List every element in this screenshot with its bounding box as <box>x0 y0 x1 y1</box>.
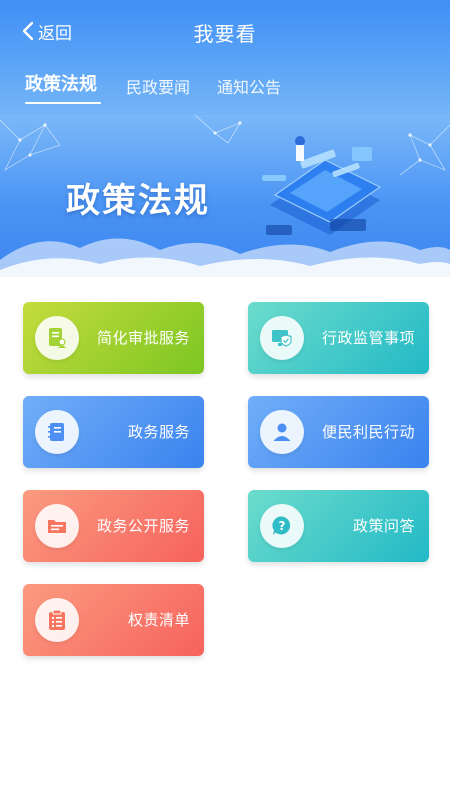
notebook-icon <box>35 410 79 454</box>
card-simplified-approval[interactable]: 简化审批服务 <box>23 302 204 374</box>
tab-bar: 政策法规 民政要闻 通知公告 <box>0 70 450 110</box>
svg-text:?: ? <box>279 519 286 533</box>
header: 返回 我要看 政策法规 民政要闻 通知公告 <box>0 0 450 115</box>
card-gov-disclosure[interactable]: 政务公开服务 <box>23 490 204 562</box>
card-label: 简化审批服务 <box>96 329 190 347</box>
card-label: 行政监管事项 <box>321 329 415 347</box>
person-icon <box>260 410 304 454</box>
card-label: 政务公开服务 <box>96 517 190 535</box>
card-label: 政策问答 <box>352 517 415 535</box>
tab-policy[interactable]: 政策法规 <box>25 70 97 96</box>
tab-notices[interactable]: 通知公告 <box>217 74 281 98</box>
clipboard-list-icon <box>35 598 79 642</box>
card-label: 便民利民行动 <box>321 423 415 441</box>
card-policy-qa[interactable]: ? 政策问答 <box>248 490 429 562</box>
document-user-icon <box>35 316 79 360</box>
card-powers-list[interactable]: 权责清单 <box>23 584 204 656</box>
folder-document-icon <box>35 504 79 548</box>
banner: 政策法规 <box>0 115 450 280</box>
card-gov-services[interactable]: 政务服务 <box>23 396 204 468</box>
tab-civil-news[interactable]: 民政要闻 <box>126 74 190 98</box>
banner-title: 政策法规 <box>66 181 210 221</box>
banner-clouds <box>0 238 450 280</box>
card-label: 政务服务 <box>127 423 190 441</box>
active-tab-indicator <box>25 102 101 104</box>
page-title: 我要看 <box>193 22 257 46</box>
monitor-shield-icon <box>260 316 304 360</box>
question-bubble-icon: ? <box>260 504 304 548</box>
card-admin-supervision[interactable]: 行政监管事项 <box>248 302 429 374</box>
card-convenience-action[interactable]: 便民利民行动 <box>248 396 429 468</box>
card-label: 权责清单 <box>127 611 190 629</box>
